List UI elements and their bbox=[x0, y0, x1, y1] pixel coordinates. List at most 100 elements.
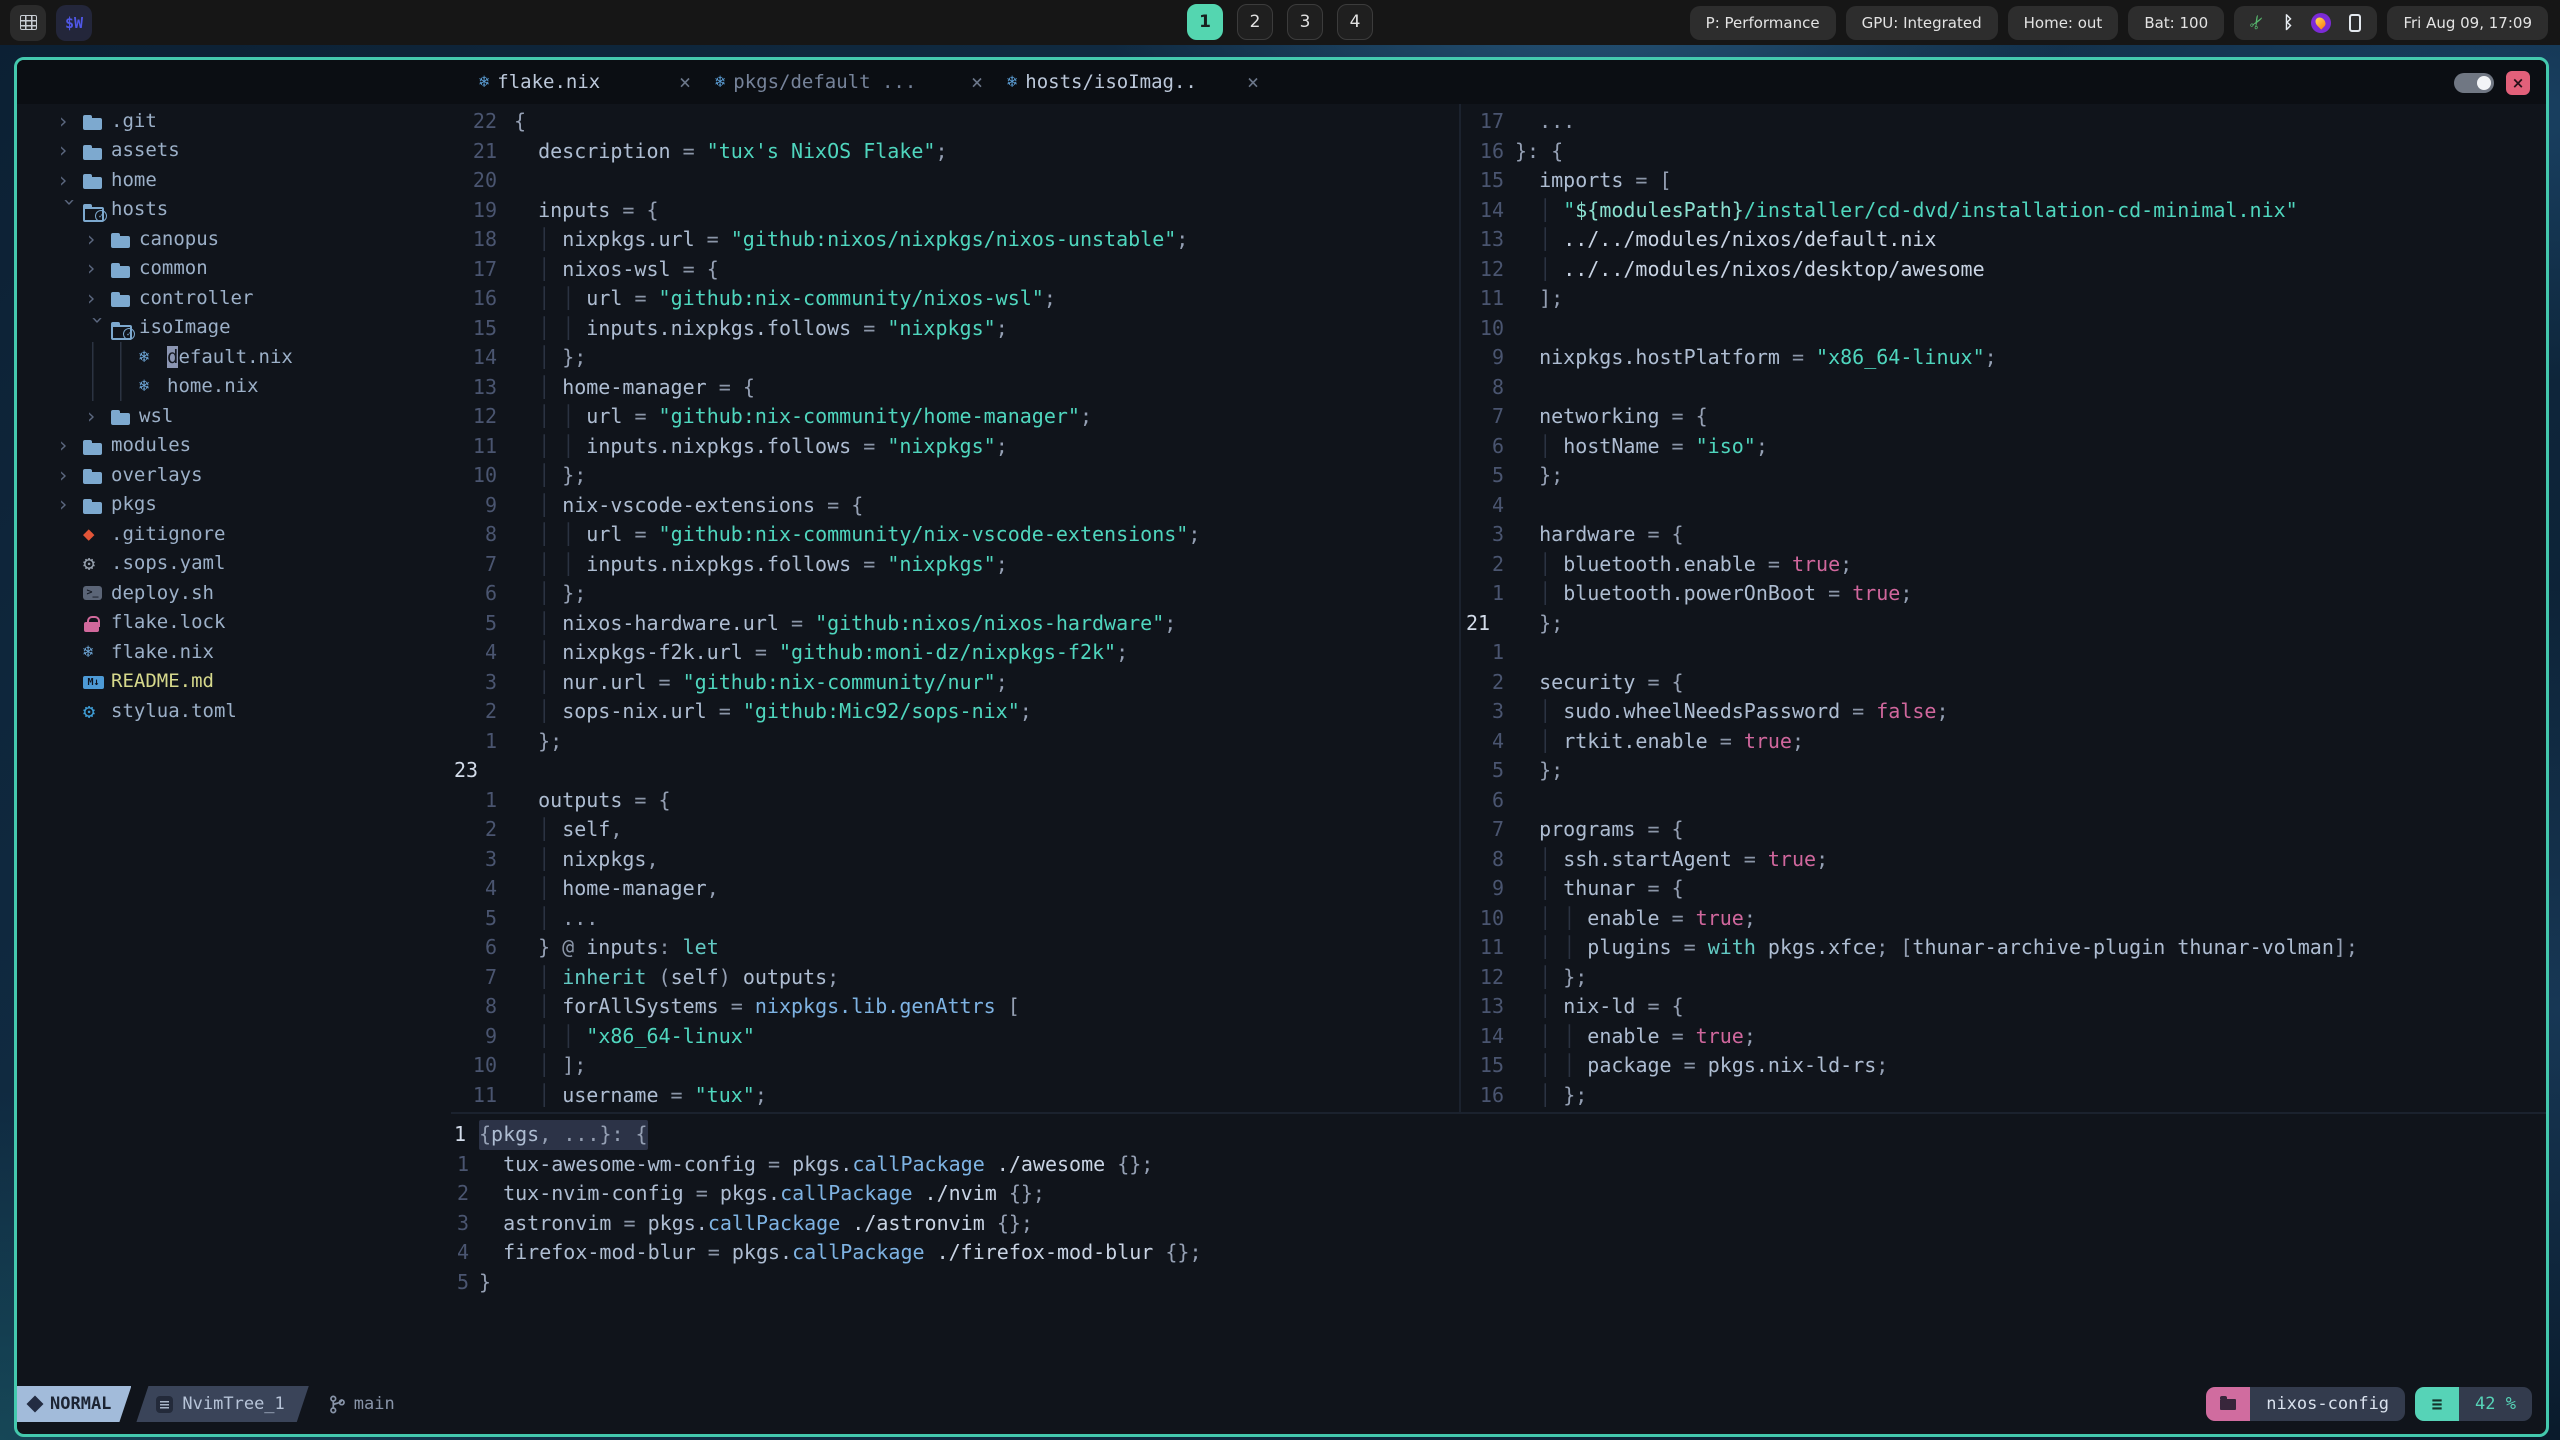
code-line[interactable]: 3 astronvim = pkgs.callPackage ./astronv… bbox=[451, 1209, 2546, 1239]
code-line[interactable]: 4 │ rtkit.enable = true; bbox=[1463, 727, 2546, 757]
code-line[interactable]: 15 │ │ inputs.nixpkgs.follows = "nixpkgs… bbox=[451, 314, 1459, 344]
code-line[interactable]: 8 bbox=[1463, 373, 2546, 403]
code-pane-pkgs-default-nix[interactable]: 1 {pkgs, ...}: {1 tux-awesome-wm-config =… bbox=[451, 1114, 2546, 1386]
close-icon[interactable]: × bbox=[679, 70, 691, 94]
code-line[interactable]: 1 outputs = { bbox=[451, 786, 1459, 816]
code-line[interactable]: 12 │ ../../modules/nixos/desktop/awesome bbox=[1463, 255, 2546, 285]
chevron-right-icon[interactable]: › bbox=[85, 286, 111, 310]
code-line[interactable]: 4 firefox-mod-blur = pkgs.callPackage ./… bbox=[451, 1238, 2546, 1268]
workspace-button-1[interactable]: 1 bbox=[1187, 4, 1223, 40]
code-line[interactable]: 10 │ │ enable = true; bbox=[1463, 904, 2546, 934]
chevron-right-icon[interactable]: › bbox=[85, 404, 111, 428]
code-line[interactable]: 11 │ │ plugins = with pkgs.xfce; [thunar… bbox=[1463, 933, 2546, 963]
code-line[interactable]: 11 │ username = "tux"; bbox=[451, 1081, 1459, 1111]
code-line[interactable]: 15 imports = [ bbox=[1463, 166, 2546, 196]
code-line[interactable]: 13 │ home-manager = { bbox=[451, 373, 1459, 403]
code-line[interactable]: 4 │ home-manager, bbox=[451, 874, 1459, 904]
notification-icon[interactable] bbox=[2311, 12, 2332, 33]
app-launcher-button[interactable] bbox=[10, 4, 46, 41]
code-line[interactable]: 5 │ nixos-hardware.url = "github:nixos/n… bbox=[451, 609, 1459, 639]
code-line[interactable]: 7 │ │ inputs.nixpkgs.follows = "nixpkgs"… bbox=[451, 550, 1459, 580]
code-line[interactable]: 6 │ }; bbox=[451, 579, 1459, 609]
workspace-button-4[interactable]: 4 bbox=[1337, 4, 1373, 40]
code-line[interactable]: 5 │ ... bbox=[451, 904, 1459, 934]
code-line[interactable]: 2 │ sops-nix.url = "github:Mic92/sops-ni… bbox=[451, 697, 1459, 727]
code-line[interactable]: 22 { bbox=[451, 107, 1459, 137]
tree-item-common[interactable]: › common bbox=[17, 254, 451, 284]
tree-item--sops-yaml[interactable]: ⚙ .sops.yaml bbox=[17, 549, 451, 579]
tree-item--gitignore[interactable]: ◆ .gitignore bbox=[17, 519, 451, 549]
code-line[interactable]: 21 }; bbox=[1463, 609, 2546, 639]
chevron-right-icon[interactable]: › bbox=[85, 256, 111, 280]
code-line[interactable]: 5 }; bbox=[1463, 756, 2546, 786]
code-line[interactable]: 13 │ nix-ld = { bbox=[1463, 992, 2546, 1022]
code-line[interactable]: 7 │ inherit (self) outputs; bbox=[451, 963, 1459, 993]
code-line[interactable]: 8 │ ssh.startAgent = true; bbox=[1463, 845, 2546, 875]
tree-item-stylua-toml[interactable]: ⚙ stylua.toml bbox=[17, 696, 451, 726]
code-line[interactable]: 10 │ ]; bbox=[451, 1051, 1459, 1081]
code-line[interactable]: 6 bbox=[1463, 786, 2546, 816]
chevron-down-icon[interactable]: › bbox=[58, 196, 82, 222]
window-close-button[interactable]: × bbox=[2506, 71, 2530, 95]
code-line[interactable]: 18 │ nixpkgs.url = "github:nixos/nixpkgs… bbox=[451, 225, 1459, 255]
bluetooth-icon[interactable]: ᛒ bbox=[2283, 13, 2293, 33]
code-line[interactable]: 2 tux-nvim-config = pkgs.callPackage ./n… bbox=[451, 1179, 2546, 1209]
tree-item-home-nix[interactable]: ❄ home.nix bbox=[17, 371, 451, 401]
code-line[interactable]: 12 │ }; bbox=[1463, 963, 2546, 993]
code-line[interactable]: 10 bbox=[1463, 314, 2546, 344]
code-line[interactable]: 16}: { bbox=[1463, 137, 2546, 167]
code-pane-flake-nix[interactable]: 22{21 description = "tux's NixOS Flake";… bbox=[451, 104, 1459, 1112]
code-line[interactable]: 7 programs = { bbox=[1463, 815, 2546, 845]
tab-pkgs-default-[interactable]: ❄ pkgs/default ... × bbox=[715, 60, 983, 104]
nvimtree-file-explorer[interactable]: › .git › assets › home › ✓ hosts › canopus › common ›… bbox=[17, 104, 451, 1386]
close-icon[interactable]: × bbox=[1247, 70, 1259, 94]
chevron-right-icon[interactable]: › bbox=[85, 227, 111, 251]
tree-item-hosts[interactable]: › ✓ hosts bbox=[17, 195, 451, 225]
tree-item-overlays[interactable]: › overlays bbox=[17, 460, 451, 490]
code-line[interactable]: 16 │ │ url = "github:nix-community/nixos… bbox=[451, 284, 1459, 314]
code-line[interactable]: 9 │ │ "x86_64-linux" bbox=[451, 1022, 1459, 1052]
code-line[interactable]: 3 hardware = { bbox=[1463, 520, 2546, 550]
code-line[interactable]: 1 {pkgs, ...}: { bbox=[451, 1120, 2546, 1150]
code-line[interactable]: 9 │ thunar = { bbox=[1463, 874, 2546, 904]
chevron-right-icon[interactable]: › bbox=[57, 433, 83, 457]
close-icon[interactable]: × bbox=[971, 70, 983, 94]
code-line[interactable]: 3 │ sudo.wheelNeedsPassword = false; bbox=[1463, 697, 2546, 727]
code-line[interactable]: 21 description = "tux's NixOS Flake"; bbox=[451, 137, 1459, 167]
code-line[interactable]: 13 │ ../../modules/nixos/default.nix bbox=[1463, 225, 2546, 255]
code-line[interactable]: 9 │ nix-vscode-extensions = { bbox=[451, 491, 1459, 521]
code-line[interactable]: 5 }; bbox=[1463, 461, 2546, 491]
code-line[interactable]: 3 │ nixpkgs, bbox=[451, 845, 1459, 875]
chevron-right-icon[interactable]: › bbox=[57, 168, 83, 192]
code-line[interactable]: 19 inputs = { bbox=[451, 196, 1459, 226]
tab-flake-nix[interactable]: ❄ flake.nix × bbox=[479, 60, 691, 104]
code-line[interactable]: 4 │ nixpkgs-f2k.url = "github:moni-dz/ni… bbox=[451, 638, 1459, 668]
chevron-right-icon[interactable]: › bbox=[57, 138, 83, 162]
code-line[interactable]: 11 │ │ inputs.nixpkgs.follows = "nixpkgs… bbox=[451, 432, 1459, 462]
code-line[interactable]: 10 │ }; bbox=[451, 461, 1459, 491]
code-line[interactable]: 1 tux-awesome-wm-config = pkgs.callPacka… bbox=[451, 1150, 2546, 1180]
code-line[interactable]: 14 │ │ enable = true; bbox=[1463, 1022, 2546, 1052]
code-line[interactable]: 12 │ │ url = "github:nix-community/home-… bbox=[451, 402, 1459, 432]
code-line[interactable]: 2 │ bluetooth.enable = true; bbox=[1463, 550, 2546, 580]
code-line[interactable]: 11 ]; bbox=[1463, 284, 2546, 314]
tree-item-wsl[interactable]: › wsl bbox=[17, 401, 451, 431]
tab-hosts-isoImag-[interactable]: ❄ hosts/isoImag.. × bbox=[1007, 60, 1259, 104]
chevron-right-icon[interactable]: › bbox=[57, 463, 83, 487]
code-line[interactable]: 6 } @ inputs: let bbox=[451, 933, 1459, 963]
tree-item-pkgs[interactable]: › pkgs bbox=[17, 490, 451, 520]
tree-item-canopus[interactable]: › canopus bbox=[17, 224, 451, 254]
tree-item-home[interactable]: › home bbox=[17, 165, 451, 195]
chevron-down-icon[interactable]: › bbox=[86, 314, 110, 340]
code-line[interactable]: 9 nixpkgs.hostPlatform = "x86_64-linux"; bbox=[1463, 343, 2546, 373]
code-line[interactable]: 2 │ self, bbox=[451, 815, 1459, 845]
code-pane-iso-default-nix[interactable]: 17 ... 16}: {15 imports = [14 │ "${module… bbox=[1463, 104, 2546, 1112]
code-line[interactable]: 5} bbox=[451, 1268, 2546, 1298]
tree-item-isoImage[interactable]: › ✓ isoImage bbox=[17, 313, 451, 343]
wm-logo-button[interactable]: $W bbox=[56, 4, 92, 41]
code-line[interactable]: 2 security = { bbox=[1463, 668, 2546, 698]
tree-item-README-md[interactable]: README.md bbox=[17, 667, 451, 697]
tree-item-assets[interactable]: › assets bbox=[17, 136, 451, 166]
code-line[interactable]: 1 }; bbox=[451, 727, 1459, 757]
clock[interactable]: Fri Aug 09, 17:09 bbox=[2387, 5, 2548, 40]
